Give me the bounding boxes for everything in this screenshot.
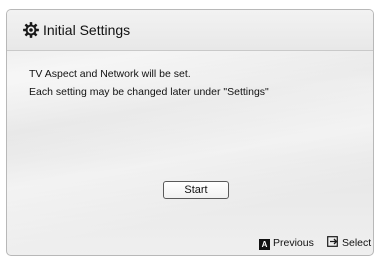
- title-bar: Initial Settings: [7, 10, 373, 51]
- initial-settings-dialog: Initial Settings TV Aspect and Network w…: [6, 9, 374, 256]
- previous-label: Previous: [273, 237, 314, 249]
- a-key-icon: A: [259, 239, 270, 250]
- start-button[interactable]: Start: [163, 181, 229, 199]
- footer-previous[interactable]: A Previous: [259, 236, 314, 250]
- gear-icon: [23, 22, 39, 38]
- screen: Initial Settings TV Aspect and Network w…: [0, 0, 382, 259]
- message-line-2: Each setting may be changed later under …: [29, 86, 269, 98]
- message-line-1: TV Aspect and Network will be set.: [29, 68, 191, 80]
- footer-select[interactable]: Select: [327, 236, 371, 250]
- dialog-title: Initial Settings: [43, 22, 131, 38]
- enter-icon: [327, 236, 338, 247]
- select-label: Select: [342, 237, 372, 249]
